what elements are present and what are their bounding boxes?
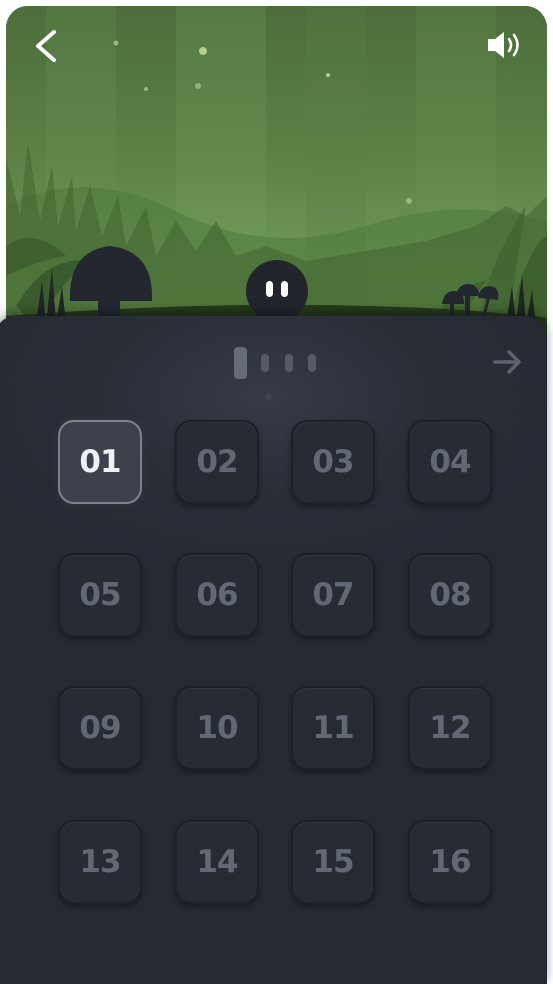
player-eye-left [266,281,273,297]
forest-scene [6,6,547,336]
level-button-02[interactable]: 02 [175,420,259,504]
page-indicator-dot[interactable] [285,354,293,372]
level-button-07[interactable]: 07 [291,553,375,637]
level-grid: 01 02 03 04 05 06 07 08 09 10 11 12 13 14 15 16 [58,420,498,910]
player-eye-right [281,281,288,297]
level-button-11[interactable]: 11 [291,686,375,770]
page-indicator [232,346,322,380]
chevron-left-icon [36,30,56,62]
level-button-04[interactable]: 04 [408,420,492,504]
level-button-09[interactable]: 09 [58,686,142,770]
level-button-01[interactable]: 01 [58,420,142,504]
level-button-03[interactable]: 03 [291,420,375,504]
sound-toggle-button[interactable] [484,28,528,62]
arrow-right-icon [493,350,521,374]
level-button-08[interactable]: 08 [408,553,492,637]
level-button-13[interactable]: 13 [58,820,142,904]
page-indicator-active[interactable] [234,347,247,379]
speaker-volume-icon [488,32,519,58]
level-button-14[interactable]: 14 [175,820,259,904]
decorative-dot [265,393,272,400]
player-character [246,260,308,322]
level-button-16[interactable]: 16 [408,820,492,904]
back-button[interactable] [30,26,64,66]
level-button-12[interactable]: 12 [408,686,492,770]
level-button-15[interactable]: 15 [291,820,375,904]
level-button-05[interactable]: 05 [58,553,142,637]
level-button-10[interactable]: 10 [175,686,259,770]
page-indicator-dot[interactable] [308,354,316,372]
next-page-button[interactable] [492,346,524,378]
level-button-06[interactable]: 06 [175,553,259,637]
page-indicator-dot[interactable] [261,354,269,372]
